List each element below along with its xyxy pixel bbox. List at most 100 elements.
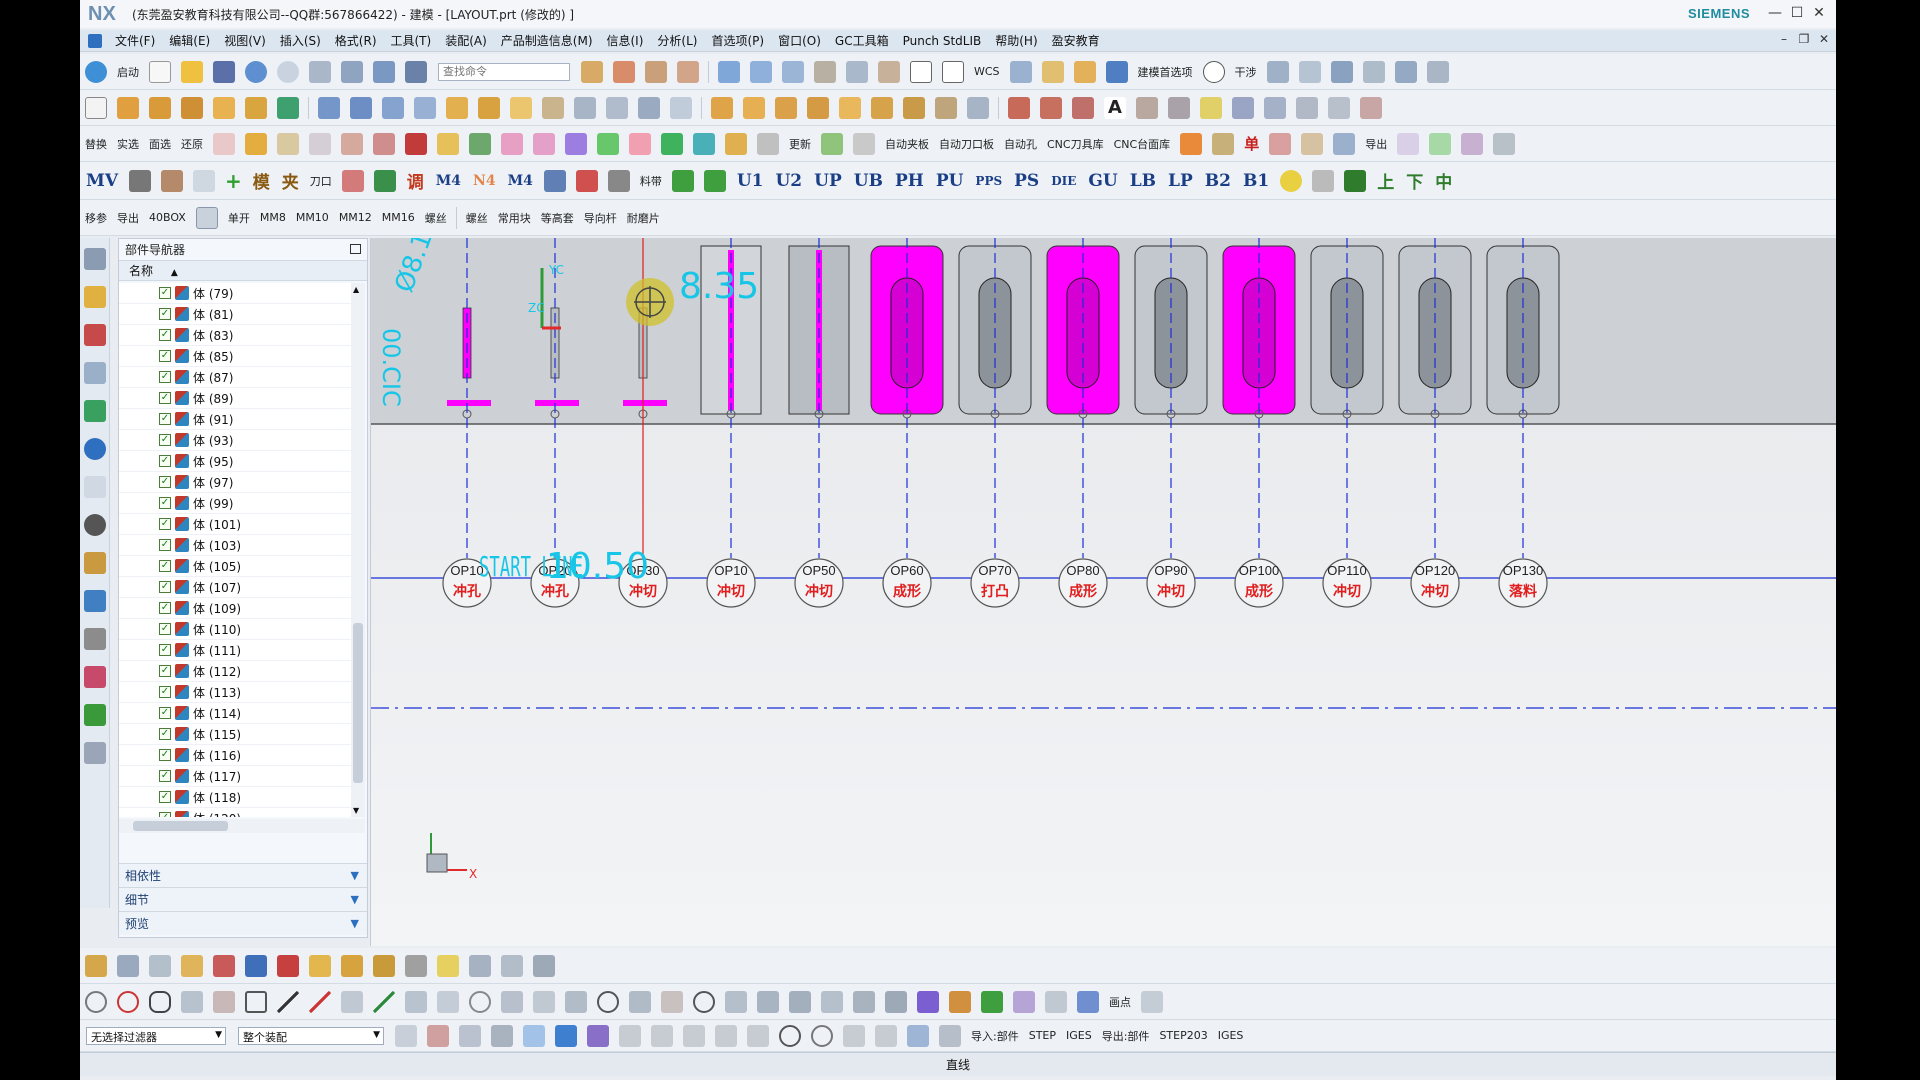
cylinder-icon[interactable] (743, 96, 765, 119)
maximize-panel-icon[interactable] (350, 244, 361, 254)
doc-close-button[interactable]: ✕ (1816, 32, 1832, 46)
wear-plate-icon[interactable] (533, 132, 555, 155)
brush-icon[interactable] (1362, 60, 1385, 83)
tree-row[interactable]: ✓ 体 (120) (119, 808, 351, 817)
unite-icon[interactable] (318, 96, 340, 119)
details-panel[interactable]: 细节 ▼ (119, 887, 367, 911)
material-icon[interactable] (1461, 132, 1484, 155)
close-button[interactable]: ✕ (1808, 2, 1830, 24)
menu-view[interactable]: 视图(V) (217, 32, 273, 49)
explode-icon[interactable] (309, 954, 331, 977)
vertical-dimension[interactable]: 00.CIC (377, 328, 405, 407)
cone-icon[interactable] (775, 96, 797, 119)
m4-alt-button[interactable]: M4 (508, 173, 533, 189)
add-component-icon[interactable] (85, 954, 107, 977)
hatch-icon[interactable] (1426, 60, 1449, 83)
m4-button[interactable]: M4 (436, 173, 461, 189)
web-browser-icon[interactable] (83, 476, 106, 498)
quick-plate-icon[interactable] (277, 132, 299, 155)
visibility-checkbox[interactable]: ✓ (159, 392, 171, 404)
save-icon[interactable] (213, 60, 235, 83)
lower-button[interactable]: 下 (1406, 168, 1423, 193)
snap-existing-icon[interactable] (843, 1024, 865, 1047)
points-icon[interactable] (853, 990, 875, 1013)
blend-icon[interactable] (446, 96, 468, 119)
visibility-checkbox[interactable]: ✓ (159, 686, 171, 698)
polyline-icon[interactable] (341, 990, 363, 1013)
tree-row[interactable]: ✓ 体 (95) (119, 451, 351, 472)
tree-row[interactable]: ✓ 体 (99) (119, 493, 351, 514)
pin-icon[interactable] (1200, 96, 1222, 119)
process-studio-icon[interactable] (83, 590, 106, 612)
start-icon[interactable] (85, 60, 107, 83)
point-label[interactable]: 画点 (1109, 994, 1131, 1010)
deselect-icon[interactable] (459, 1024, 481, 1047)
perpendicular-icon[interactable] (533, 990, 555, 1013)
purple-square-icon[interactable] (917, 990, 939, 1013)
wcs-icon[interactable] (1009, 60, 1032, 83)
mm8-button[interactable]: MM8 (260, 211, 286, 224)
cnc-tool-lib-button[interactable]: CNC刀具库 (1047, 136, 1104, 152)
hole-icon[interactable] (181, 96, 203, 119)
tree-row[interactable]: ✓ 体 (83) (119, 325, 351, 346)
new-file-icon[interactable] (149, 60, 171, 83)
arc-tool-icon[interactable] (213, 990, 235, 1013)
color-icon[interactable] (1397, 132, 1420, 155)
component-array-icon[interactable] (149, 954, 171, 977)
strip-layout-drawing[interactable]: OP10冲孔OP20冲孔OP30冲切OP10冲切OP50冲切OP60成形OP70… (371, 238, 1836, 946)
export-icon[interactable] (1333, 132, 1356, 155)
auto-icon[interactable] (373, 132, 395, 155)
export-button[interactable]: 导出 (1365, 136, 1387, 152)
lower-plate-icon[interactable] (693, 132, 715, 155)
system-scenes-icon[interactable] (83, 704, 106, 726)
trim-curve-icon[interactable] (1077, 990, 1099, 1013)
sequence-icon[interactable] (341, 954, 363, 977)
hole-tool-icon[interactable] (373, 169, 396, 192)
offset-curve-icon[interactable] (1136, 96, 1158, 119)
chamfer-curve-icon[interactable] (565, 990, 587, 1013)
extend-curve-icon[interactable] (1360, 96, 1382, 119)
restore-button[interactable]: 还原 (181, 136, 203, 152)
menu-info[interactable]: 信息(I) (600, 32, 651, 49)
visibility-checkbox[interactable]: ✓ (159, 791, 171, 803)
menu-assembly[interactable]: 装配(A) (438, 32, 494, 49)
shade-icon[interactable] (814, 60, 836, 83)
menu-help[interactable]: 帮助(H) (988, 32, 1044, 49)
pad-icon[interactable] (903, 96, 925, 119)
tree-row[interactable]: ✓ 体 (93) (119, 430, 351, 451)
horizontal-scroll-thumb[interactable] (133, 821, 228, 831)
punch-icon[interactable] (405, 132, 427, 155)
menu-file[interactable]: 文件(F) (108, 32, 162, 49)
stripper-icon[interactable] (597, 132, 619, 155)
wear-pad-button[interactable]: 耐磨片 (627, 210, 660, 226)
tree-row[interactable]: ✓ 体 (89) (119, 388, 351, 409)
upper-plate-icon[interactable] (661, 132, 683, 155)
boss-icon[interactable] (839, 96, 861, 119)
tree-row[interactable]: ✓ 体 (101) (119, 514, 351, 535)
chamfer-icon[interactable] (478, 96, 500, 119)
interference-label[interactable]: 干涉 (1235, 64, 1257, 80)
grid-icon[interactable] (1266, 60, 1289, 83)
tangent-line-icon[interactable] (501, 990, 523, 1013)
visibility-checkbox[interactable]: ✓ (159, 539, 171, 551)
tree-row[interactable]: ✓ 体 (112) (119, 661, 351, 682)
list-icon[interactable] (939, 1024, 961, 1047)
divide-curve-icon[interactable] (1328, 96, 1350, 119)
snap-center-icon[interactable] (779, 1024, 801, 1047)
process-icon[interactable] (757, 132, 779, 155)
datum-icon[interactable] (277, 96, 299, 119)
tree-row[interactable]: ✓ 体 (118) (119, 787, 351, 808)
revolve-icon[interactable] (149, 96, 171, 119)
plate-icon[interactable] (309, 132, 331, 155)
project-curve-icon[interactable] (1168, 96, 1190, 119)
redo-icon[interactable] (277, 60, 299, 83)
screw-icon[interactable] (543, 169, 566, 192)
tree-row[interactable]: ✓ 体 (113) (119, 682, 351, 703)
pattern-icon[interactable] (245, 96, 267, 119)
graphics-window[interactable]: OP10 冲孔 OP20 冲孔 OP30 冲切 OP10 冲切 OP50 冲切 OP60 成形 OP70… (370, 238, 1836, 946)
arc-circle-icon[interactable] (469, 990, 491, 1013)
pack-icon[interactable] (405, 954, 427, 977)
auto-hole-button[interactable]: 自动孔 (1004, 136, 1037, 152)
sketch-icon[interactable] (85, 96, 107, 119)
visibility-checkbox[interactable]: ✓ (159, 413, 171, 425)
